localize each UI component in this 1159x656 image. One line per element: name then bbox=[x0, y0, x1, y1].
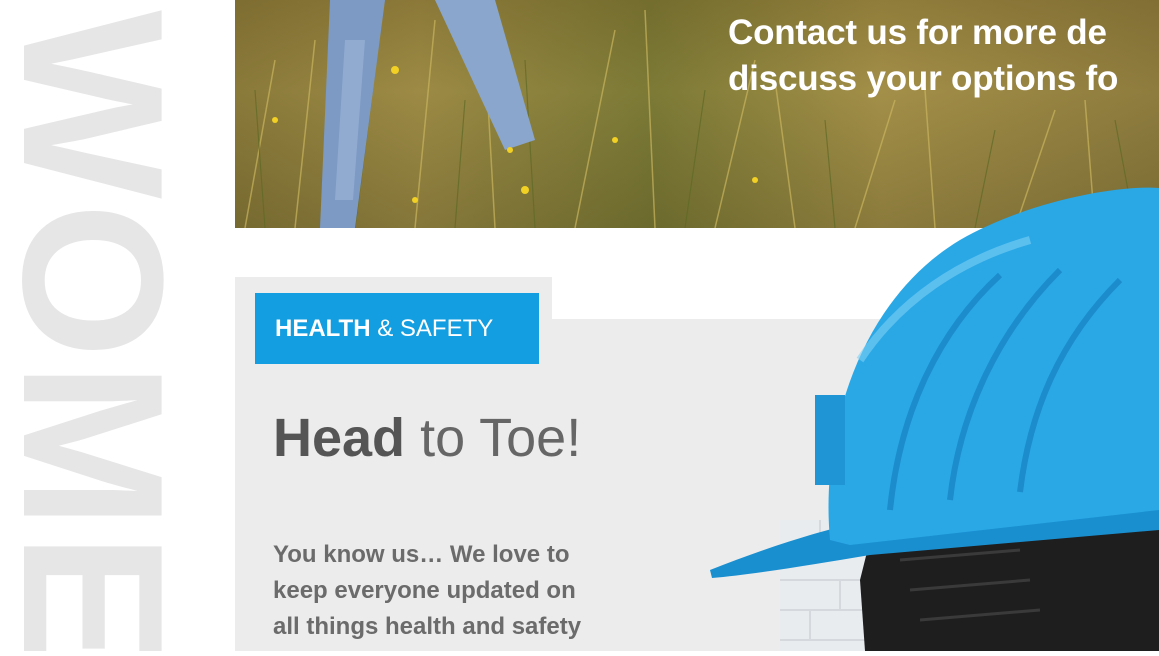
headline-bold: Head bbox=[273, 408, 406, 468]
hero-headline: Contact us for more de discuss your opti… bbox=[728, 10, 1118, 102]
side-decor: WOMEN bbox=[0, 0, 205, 651]
section-headline: Head to Toe! bbox=[273, 403, 581, 473]
section-body: You know us… We love to keep everyone up… bbox=[273, 537, 693, 645]
body-line-2: keep everyone updated on bbox=[273, 577, 576, 604]
helmet-image bbox=[700, 180, 1159, 651]
hero-line-1: Contact us for more de bbox=[728, 13, 1107, 52]
section-tag-rest: & SAFETY bbox=[377, 315, 494, 342]
headline-rest: to Toe! bbox=[420, 408, 582, 468]
section-tag-bold: HEALTH bbox=[275, 315, 371, 342]
body-line-3: all things health and safety bbox=[273, 613, 582, 640]
body-line-1: You know us… We love to bbox=[273, 541, 570, 568]
section-tag: HEALTH & SAFETY bbox=[255, 293, 539, 364]
side-decor-text: WOMEN bbox=[0, 10, 204, 651]
hero-line-2: discuss your options fo bbox=[728, 59, 1119, 98]
